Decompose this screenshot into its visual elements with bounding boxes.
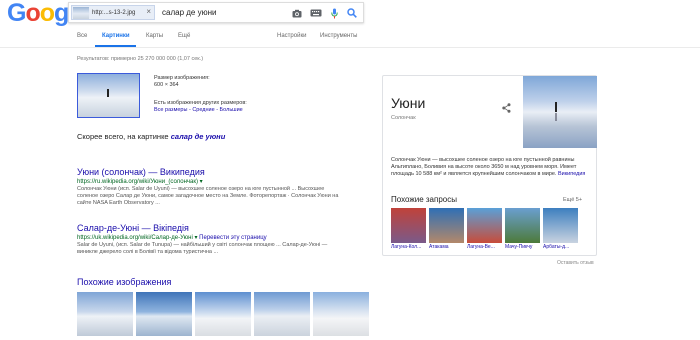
search-result: Салар-де-Уюні — Вікіпедія https://uk.wik… — [77, 223, 357, 256]
image-size-label: Размер изображения: — [154, 75, 210, 81]
camera-icon[interactable] — [291, 6, 303, 20]
similar-images-title[interactable]: Похожие изображения — [77, 277, 171, 287]
caret-down-icon[interactable]: ▾ — [194, 235, 197, 241]
result-snippet: Salar de Uyuni, (исп. Salar de Tunupa) —… — [77, 242, 357, 256]
logo-letter: G — [7, 0, 26, 27]
person-reflection — [555, 113, 557, 121]
similar-image-thumb[interactable] — [254, 292, 310, 336]
snippet-line: сайте NASA Earth Observatory ... — [77, 200, 160, 206]
snippet-line: Солончак Уюни (исп. Salar de Uyuni) — вы… — [77, 186, 325, 192]
image-size-value: 600 × 364 — [154, 82, 179, 88]
kp-description-text: Солончак Уюни — высохшее соленое озеро н… — [391, 157, 577, 177]
share-icon[interactable] — [502, 100, 511, 118]
feedback-link[interactable]: Оставить отзыв — [557, 260, 594, 266]
result-title[interactable]: Уюни (солончак) — Википедия — [77, 167, 357, 178]
search-box[interactable]: http:...s-13-2.jpg × салар де уюни — [68, 2, 364, 23]
logo-letter: o — [39, 0, 55, 27]
nav-tabs: Все Картинки Карты Ещё Настройки Инструм… — [0, 30, 700, 47]
caret-down-icon[interactable]: ▾ — [200, 179, 203, 185]
snippet-line: соленое озеро Салар де Уюни, самое загад… — [77, 193, 339, 199]
logo-letter: o — [25, 0, 40, 27]
tab-maps[interactable]: Карты — [146, 33, 163, 39]
similar-image-thumb[interactable] — [136, 292, 192, 336]
chip-filename: http:...s-13-2.jpg — [92, 9, 136, 16]
person-silhouette — [555, 102, 557, 112]
kp-related-image — [391, 208, 426, 243]
logo-letter: g — [54, 0, 69, 27]
kp-related-image — [543, 208, 578, 243]
result-url: https://ru.wikipedia.org/wiki/Уюни_(соло… — [77, 178, 357, 186]
result-url: https://uk.wikipedia.org/wiki/Салар-де-У… — [77, 234, 357, 242]
kp-title: Уюни — [391, 95, 426, 111]
header-divider — [0, 47, 700, 48]
tab-settings[interactable]: Настройки — [277, 33, 306, 39]
person-silhouette — [107, 89, 109, 97]
result-url-text: https://ru.wikipedia.org/wiki/Уюни_(соло… — [77, 179, 198, 185]
kp-related-label: Лагуна-Ве... — [467, 244, 495, 250]
image-query-chip[interactable]: http:...s-13-2.jpg × — [71, 5, 155, 20]
microphone-icon[interactable] — [329, 6, 339, 20]
best-guess-prefix: Скорее всего, на картинке — [77, 132, 169, 141]
result-url-text: https://uk.wikipedia.org/wiki/Салар-де-У… — [77, 235, 193, 241]
search-query-text[interactable]: салар де уюни — [162, 8, 216, 17]
kp-related-title: Похожие запросы — [391, 195, 457, 204]
kp-source-link[interactable]: Википедия — [558, 171, 585, 177]
result-snippet: Солончак Уюни (исп. Salar de Uyuni) — вы… — [77, 186, 357, 207]
search-result: Уюни (солончак) — Википедия https://ru.w… — [77, 167, 357, 207]
kp-related-item[interactable]: Лагуна-Кол... — [391, 208, 426, 251]
kp-related-label: Атакама — [429, 244, 449, 250]
snippet-line: виникле джерело солі в Болівії та відома… — [77, 249, 219, 255]
tab-more[interactable]: Ещё — [178, 33, 190, 39]
kp-more-link[interactable]: Ещё 5+ — [563, 197, 582, 203]
other-sizes-info: Есть изображения других размеров: Все ра… — [154, 100, 247, 114]
similar-images-row — [77, 292, 369, 336]
keyboard-icon[interactable] — [309, 6, 323, 20]
image-size-info: Размер изображения: 600 × 364 — [154, 75, 210, 89]
kp-related-label: Лагуна-Кол... — [391, 244, 422, 250]
kp-related-item[interactable]: Мачу-Пикчу — [505, 208, 540, 251]
kp-related-item[interactable]: Арбаты-д... — [543, 208, 578, 251]
tab-images[interactable]: Картинки — [102, 33, 130, 39]
other-sizes-label: Есть изображения других размеров: — [154, 100, 247, 106]
result-title[interactable]: Салар-де-Уюні — Вікіпедія — [77, 223, 357, 234]
kp-related-item[interactable]: Лагуна-Ве... — [467, 208, 502, 251]
best-guess-link[interactable]: салар де уюни — [171, 132, 226, 141]
query-image[interactable] — [77, 73, 140, 118]
chip-thumbnail — [73, 6, 89, 19]
search-icon[interactable] — [345, 6, 359, 20]
kp-related-label: Мачу-Пикчу — [505, 244, 533, 250]
snippet-line: Salar de Uyuni, (исп. Salar de Tunupa) —… — [77, 242, 328, 248]
kp-related-item[interactable]: Атакама — [429, 208, 464, 251]
kp-related-image — [467, 208, 502, 243]
knowledge-panel: Уюни Солончак Солончак Уюни — высохшее с… — [382, 75, 597, 256]
kp-description: Солончак Уюни — высохшее соленое озеро н… — [391, 157, 591, 178]
kp-subtitle: Солончак — [391, 115, 416, 121]
other-sizes-links[interactable]: Все размеры - Средние - Большие — [154, 107, 247, 114]
kp-related-image — [505, 208, 540, 243]
tab-tools[interactable]: Инструменты — [320, 33, 357, 39]
similar-image-thumb[interactable] — [77, 292, 133, 336]
kp-related-row: Лагуна-Кол... Атакама Лагуна-Ве... Мачу-… — [391, 208, 578, 251]
result-stats: Результатов: примерно 25 270 000 000 (1,… — [77, 56, 204, 62]
kp-related-label: Арбаты-д... — [543, 244, 570, 250]
kp-image[interactable] — [523, 76, 597, 148]
translate-link[interactable]: Перевести эту страницу — [199, 235, 266, 241]
kp-related-image — [429, 208, 464, 243]
chip-close-icon[interactable]: × — [146, 7, 151, 16]
similar-image-thumb[interactable] — [195, 292, 251, 336]
best-guess: Скорее всего, на картинке салар де уюни — [77, 132, 225, 141]
similar-image-thumb[interactable] — [313, 292, 369, 336]
tab-all[interactable]: Все — [77, 33, 87, 39]
